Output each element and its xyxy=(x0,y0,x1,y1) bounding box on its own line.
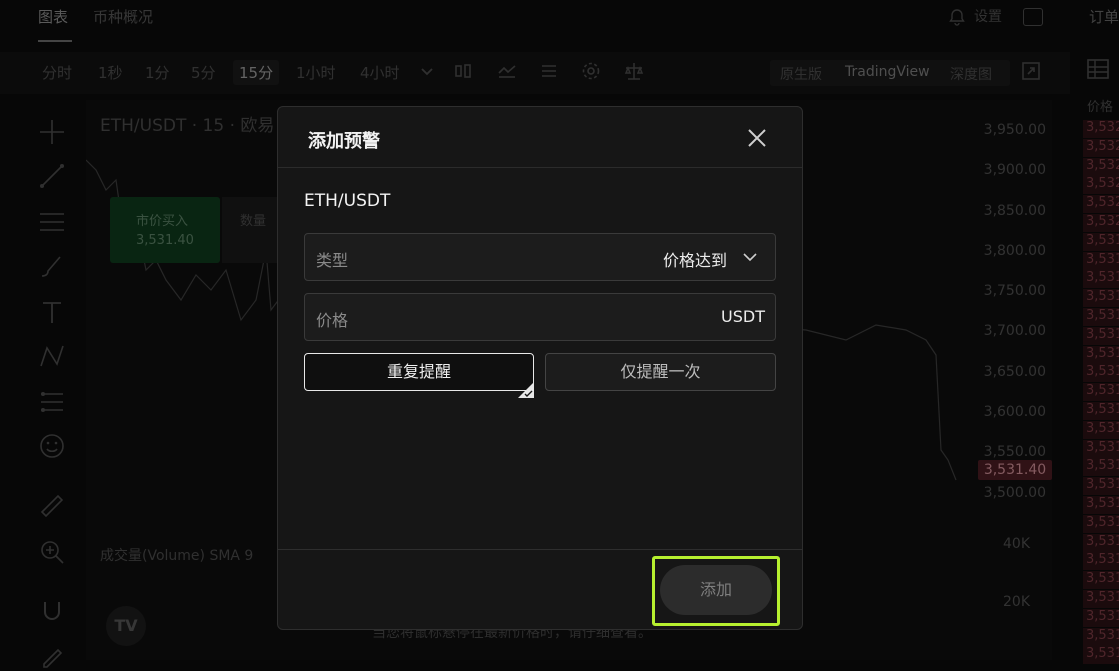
trading-pair: ETH/USDT xyxy=(304,191,391,211)
type-label: 类型 xyxy=(316,251,349,270)
divider xyxy=(278,167,802,168)
close-icon[interactable] xyxy=(744,125,770,151)
type-value: 价格达到 xyxy=(662,251,727,270)
repeat-alert-option[interactable]: 重复提醒 xyxy=(304,353,534,398)
dialog-title: 添加预警 xyxy=(308,131,380,152)
add-alert-dialog: 添加预警 ETH/USDT 类型 价格达到 价格 USDT 重复提醒 仅提醒一次… xyxy=(277,106,803,630)
alert-once-option[interactable]: 仅提醒一次 xyxy=(545,353,776,391)
repeat-alert-label: 重复提醒 xyxy=(386,362,451,381)
price-field[interactable]: 价格 USDT xyxy=(304,293,776,341)
divider xyxy=(278,549,802,550)
add-button[interactable]: 添加 xyxy=(660,565,772,615)
price-label: 价格 xyxy=(316,311,349,330)
price-input[interactable] xyxy=(365,302,705,332)
selected-check-icon xyxy=(518,375,534,398)
alert-once-label: 仅提醒一次 xyxy=(620,362,701,381)
price-unit: USDT xyxy=(721,307,765,326)
alert-type-select[interactable]: 类型 价格达到 xyxy=(304,233,776,281)
chevron-down-icon xyxy=(741,248,759,266)
